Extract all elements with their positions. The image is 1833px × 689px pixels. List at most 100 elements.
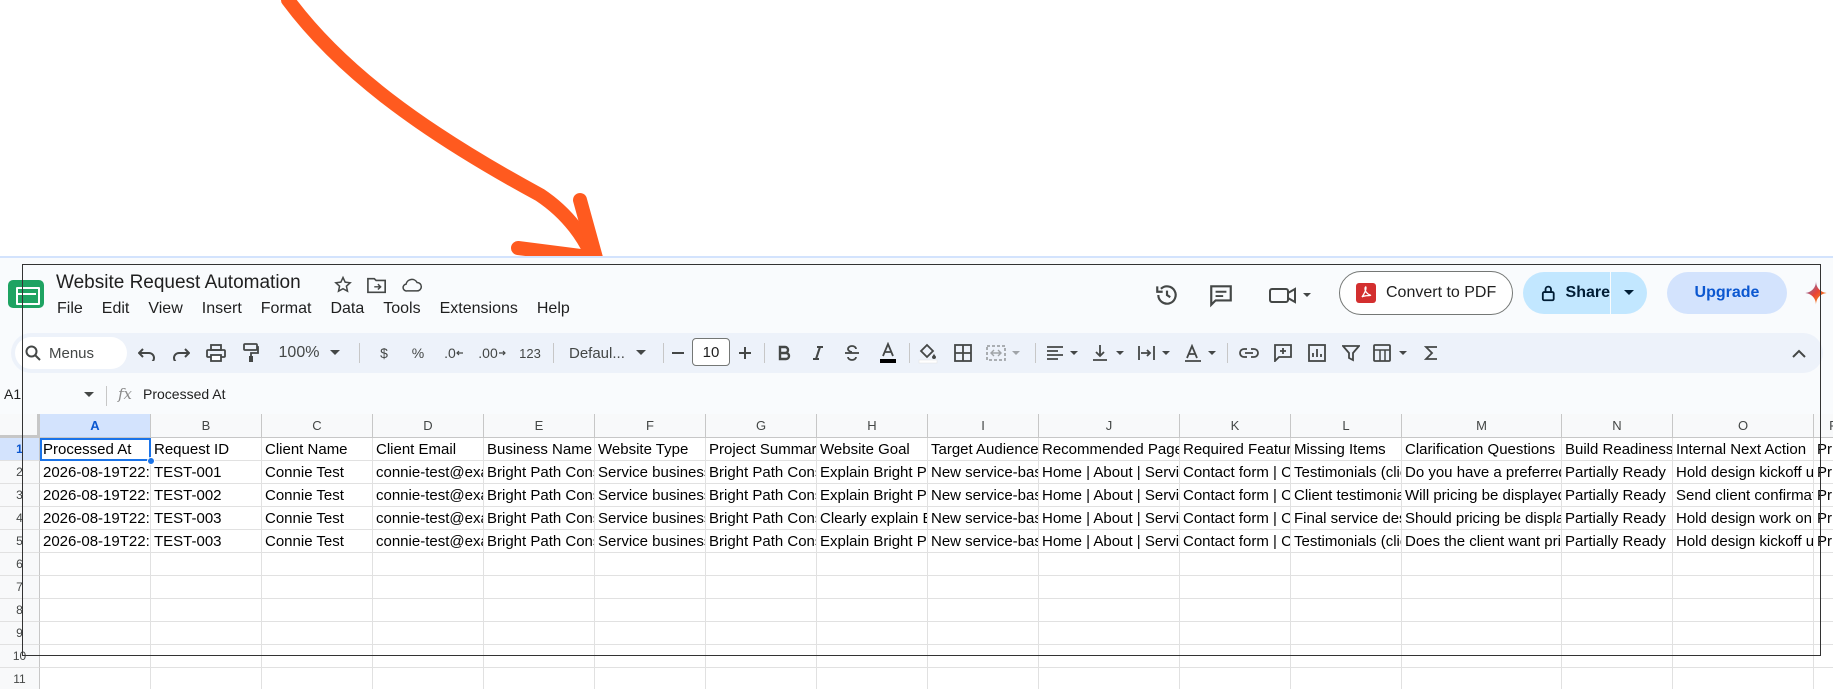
cell-f7[interactable] <box>595 576 706 599</box>
cell-n7[interactable] <box>1562 576 1673 599</box>
cell-h10[interactable] <box>817 645 928 668</box>
cell-g4[interactable]: Bright Path Cons <box>706 507 817 530</box>
cell-f10[interactable] <box>595 645 706 668</box>
cell-c3[interactable]: Connie Test <box>262 484 373 507</box>
cell-e11[interactable] <box>484 668 595 689</box>
cell-f3[interactable]: Service business <box>595 484 706 507</box>
cell-j9[interactable] <box>1039 622 1180 645</box>
cell-d3[interactable]: connie-test@exa <box>373 484 484 507</box>
print-icon[interactable] <box>203 339 229 367</box>
cell-g8[interactable] <box>706 599 817 622</box>
cell-j5[interactable]: Home | About | Servic <box>1039 530 1180 553</box>
menu-tools[interactable]: Tools <box>383 300 428 318</box>
cell-o1[interactable]: Internal Next Action <box>1673 438 1814 461</box>
font-select[interactable]: Defaul... <box>559 339 655 367</box>
cell-d1[interactable]: Client Email <box>373 438 484 461</box>
cell-j4[interactable]: Home | About | Servic <box>1039 507 1180 530</box>
cell-m8[interactable] <box>1402 599 1562 622</box>
insert-comment-icon[interactable] <box>1271 339 1295 367</box>
name-box[interactable]: A1 <box>4 386 21 402</box>
comments-icon[interactable] <box>1206 280 1236 310</box>
text-color-icon[interactable] <box>875 339 901 367</box>
row-header-1[interactable]: 1 <box>0 438 40 461</box>
cell-g7[interactable] <box>706 576 817 599</box>
cell-j6[interactable] <box>1039 553 1180 576</box>
column-header-m[interactable]: M <box>1402 414 1562 438</box>
cell-e7[interactable] <box>484 576 595 599</box>
insert-link-icon[interactable] <box>1237 339 1261 367</box>
cell-p9[interactable] <box>1814 622 1833 645</box>
row-header-7[interactable]: 7 <box>0 576 40 599</box>
cell-b4[interactable]: TEST-003 <box>151 507 262 530</box>
cell-h3[interactable]: Explain Bright Pa <box>817 484 928 507</box>
cell-h11[interactable] <box>817 668 928 689</box>
cell-b3[interactable]: TEST-002 <box>151 484 262 507</box>
number-format-button[interactable]: 123 <box>515 339 545 367</box>
spreadsheet-grid[interactable]: ABCDEFGHIJKLMNOP1Processed AtRequest IDC… <box>0 414 1833 689</box>
cell-i8[interactable] <box>928 599 1039 622</box>
chevron-down-icon[interactable] <box>84 392 94 398</box>
cell-f8[interactable] <box>595 599 706 622</box>
cell-o10[interactable] <box>1673 645 1814 668</box>
cell-l2[interactable]: Testimonials (clie <box>1291 461 1402 484</box>
cell-a3[interactable]: 2026-08-19T22:: <box>40 484 151 507</box>
row-header-4[interactable]: 4 <box>0 507 40 530</box>
cell-i7[interactable] <box>928 576 1039 599</box>
cell-e2[interactable]: Bright Path Cons <box>484 461 595 484</box>
cell-g10[interactable] <box>706 645 817 668</box>
cell-c5[interactable]: Connie Test <box>262 530 373 553</box>
cell-n4[interactable]: Partially Ready <box>1562 507 1673 530</box>
cell-g6[interactable] <box>706 553 817 576</box>
cell-m1[interactable]: Clarification Questions <box>1402 438 1562 461</box>
italic-icon[interactable] <box>807 339 829 367</box>
cell-o9[interactable] <box>1673 622 1814 645</box>
cell-h4[interactable]: Clearly explain B <box>817 507 928 530</box>
cell-b9[interactable] <box>151 622 262 645</box>
cell-f1[interactable]: Website Type <box>595 438 706 461</box>
bold-icon[interactable] <box>773 339 795 367</box>
select-all-corner[interactable] <box>0 414 40 438</box>
version-history-icon[interactable] <box>1152 280 1182 310</box>
borders-icon[interactable] <box>951 339 975 367</box>
cell-l3[interactable]: Client testimonia <box>1291 484 1402 507</box>
cell-n1[interactable]: Build Readiness <box>1562 438 1673 461</box>
cell-g3[interactable]: Bright Path Cons <box>706 484 817 507</box>
cell-p4[interactable]: Pr <box>1814 507 1833 530</box>
cell-i5[interactable]: New service-bas <box>928 530 1039 553</box>
cell-d10[interactable] <box>373 645 484 668</box>
column-header-d[interactable]: D <box>373 414 484 438</box>
convert-to-pdf-button[interactable]: Convert to PDF <box>1339 271 1513 315</box>
increase-font-size-icon[interactable] <box>734 339 756 367</box>
cell-k6[interactable] <box>1180 553 1291 576</box>
column-header-f[interactable]: F <box>595 414 706 438</box>
cell-l4[interactable]: Final service des <box>1291 507 1402 530</box>
column-header-e[interactable]: E <box>484 414 595 438</box>
cell-c8[interactable] <box>262 599 373 622</box>
cell-g2[interactable]: Bright Path Cons <box>706 461 817 484</box>
cell-l9[interactable] <box>1291 622 1402 645</box>
cell-a2[interactable]: 2026-08-19T22:: <box>40 461 151 484</box>
cell-f5[interactable]: Service business <box>595 530 706 553</box>
menu-view[interactable]: View <box>148 300 190 318</box>
column-header-l[interactable]: L <box>1291 414 1402 438</box>
cell-d6[interactable] <box>373 553 484 576</box>
cell-d4[interactable]: connie-test@exa <box>373 507 484 530</box>
increase-decimal-button[interactable]: .00 <box>477 339 507 367</box>
cell-c1[interactable]: Client Name <box>262 438 373 461</box>
cell-p6[interactable] <box>1814 553 1833 576</box>
cell-c4[interactable]: Connie Test <box>262 507 373 530</box>
undo-icon[interactable] <box>135 339 159 367</box>
cell-o6[interactable] <box>1673 553 1814 576</box>
menu-format[interactable]: Format <box>261 300 320 318</box>
cell-n6[interactable] <box>1562 553 1673 576</box>
menu-extensions[interactable]: Extensions <box>440 300 526 318</box>
cell-n3[interactable]: Partially Ready <box>1562 484 1673 507</box>
menus-search-box[interactable]: Menus <box>15 337 127 369</box>
cell-f9[interactable] <box>595 622 706 645</box>
cell-k3[interactable]: Contact form | C <box>1180 484 1291 507</box>
cell-n2[interactable]: Partially Ready <box>1562 461 1673 484</box>
cell-a8[interactable] <box>40 599 151 622</box>
collapse-toolbar-icon[interactable] <box>1787 339 1811 367</box>
cell-o3[interactable]: Send client confirmat <box>1673 484 1814 507</box>
cell-o2[interactable]: Hold design kickoff ur <box>1673 461 1814 484</box>
